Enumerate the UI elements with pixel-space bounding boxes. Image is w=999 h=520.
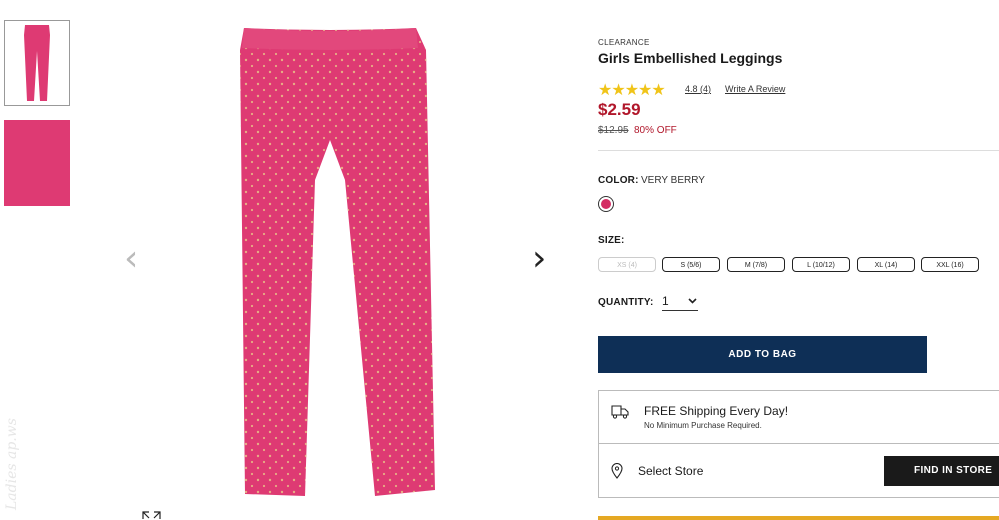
divider	[598, 443, 999, 444]
sale-price: $2.59	[598, 100, 641, 119]
find-in-store-button[interactable]: FIND IN STORE	[884, 456, 999, 486]
next-image-arrow-icon[interactable]: ›	[532, 238, 546, 279]
select-store-link[interactable]: Select Store	[638, 464, 703, 478]
size-option-s[interactable]: S (5/6)	[662, 257, 720, 272]
review-count: (4)	[700, 84, 712, 94]
main-product-image	[240, 28, 435, 496]
rating-value-link[interactable]: 4.8 (4)	[685, 84, 711, 94]
star-rating-icon: ★★★★★	[598, 82, 666, 99]
leggings-thumbnail-image	[24, 25, 50, 101]
location-pin-icon	[611, 463, 623, 479]
quantity-label: QUANTITY:	[598, 297, 654, 308]
quantity-value: 1	[662, 294, 669, 308]
rating-value: 4.8	[685, 84, 698, 94]
free-shipping-subtitle: No Minimum Purchase Required.	[644, 421, 762, 430]
expand-image-icon[interactable]	[142, 511, 162, 520]
prev-image-arrow-icon[interactable]: ‹	[124, 238, 138, 279]
size-option-xs[interactable]: XS (4)	[598, 257, 656, 272]
color-label: COLOR:	[598, 175, 639, 186]
discount-label: 80% OFF	[634, 125, 677, 136]
thumbnail-fabric-detail[interactable]	[4, 120, 70, 206]
product-title: Girls Embellished Leggings	[598, 50, 783, 66]
quantity-select[interactable]: 1	[662, 294, 698, 311]
thumbnail-front[interactable]	[4, 20, 70, 106]
add-to-bag-button[interactable]: ADD TO BAG	[598, 336, 927, 373]
write-review-link[interactable]: Write A Review	[725, 84, 785, 94]
accent-bar	[598, 516, 999, 520]
delivery-truck-icon	[611, 405, 629, 419]
size-option-m[interactable]: M (7/8)	[727, 257, 785, 272]
color-value: VERY BERRY	[641, 175, 705, 186]
size-option-xl[interactable]: XL (14)	[857, 257, 915, 272]
clearance-tag: CLEARANCE	[598, 38, 650, 47]
chevron-down-icon	[688, 298, 697, 304]
size-label: SIZE:	[598, 235, 625, 246]
free-shipping-title: FREE Shipping Every Day!	[644, 404, 789, 418]
size-option-l[interactable]: L (10/12)	[792, 257, 850, 272]
divider	[598, 150, 999, 151]
watermark-text: Ladies ap.ws	[4, 418, 20, 510]
color-swatch-very-berry[interactable]	[598, 196, 614, 212]
original-price: $12.95	[598, 125, 629, 136]
size-option-xxl[interactable]: XXL (16)	[921, 257, 979, 272]
